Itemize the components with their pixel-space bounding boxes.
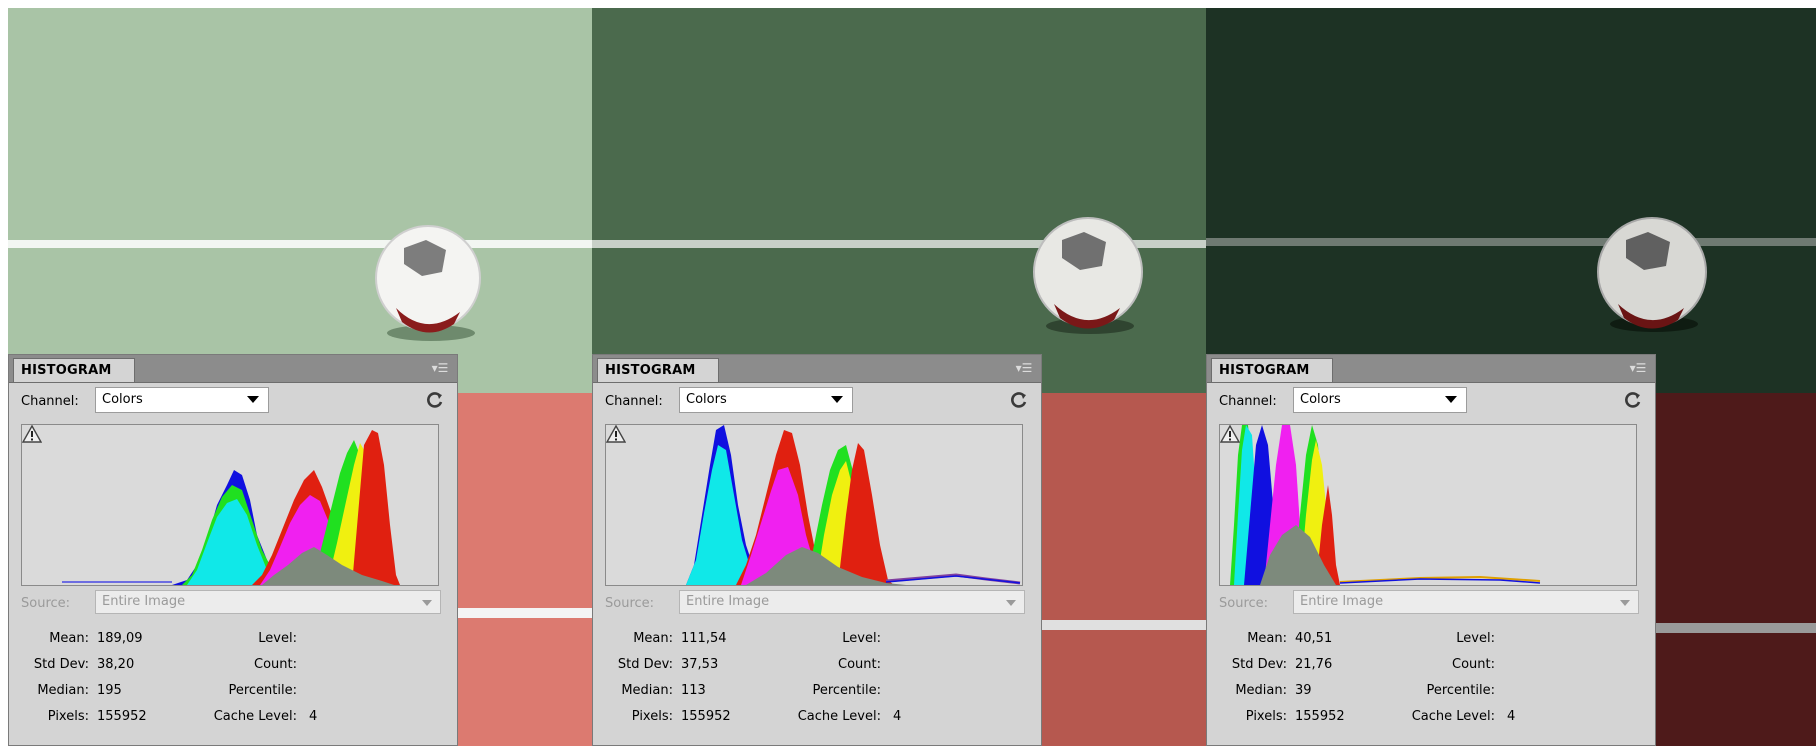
stddev-value: 37,53 (681, 657, 719, 672)
chevron-down-icon (422, 600, 432, 606)
field-line (1206, 238, 1816, 246)
cache-level-value: 4 (893, 709, 902, 724)
stddev-label: Std Dev: (617, 657, 673, 672)
source-dropdown[interactable]: Entire Image (679, 590, 1025, 614)
cache-level-value: 4 (309, 709, 318, 724)
channel-value: Colors (686, 392, 727, 407)
median-label: Median: (621, 683, 673, 698)
mean-value: 189,09 (97, 631, 143, 646)
panel-tab-bar: HISTOGRAM ▾☰ (9, 355, 457, 383)
level-label: Level: (258, 631, 297, 646)
channel-value: Colors (102, 392, 143, 407)
histogram-graph (1219, 424, 1637, 586)
panel-tab-bar: HISTOGRAM ▾☰ (593, 355, 1041, 383)
mean-label: Mean: (1247, 631, 1287, 646)
median-value: 39 (1295, 683, 1312, 698)
chevron-down-icon (247, 396, 259, 403)
cache-level-label: Cache Level: (797, 709, 881, 724)
tab-histogram[interactable]: HISTOGRAM (13, 358, 135, 382)
grass-area (8, 8, 592, 393)
mean-value: 111,54 (681, 631, 727, 646)
refresh-icon[interactable] (1009, 390, 1029, 410)
source-value: Entire Image (102, 594, 186, 609)
stddev-value: 38,20 (97, 657, 135, 672)
histogram-svg (22, 430, 400, 585)
tab-histogram[interactable]: HISTOGRAM (597, 358, 719, 382)
stddev-value: 21,76 (1295, 657, 1333, 672)
mean-label: Mean: (633, 631, 673, 646)
histogram-svg (606, 425, 1021, 585)
histogram-graph (21, 424, 439, 586)
stddev-label: Std Dev: (1231, 657, 1287, 672)
cache-level-value: 4 (1507, 709, 1516, 724)
chevron-down-icon (1006, 600, 1016, 606)
median-label: Median: (1235, 683, 1287, 698)
cache-level-label: Cache Level: (213, 709, 297, 724)
panel-menu-icon[interactable]: ▾☰ (1627, 361, 1649, 375)
source-label: Source: (1219, 596, 1269, 611)
histogram-panel-2: HISTOGRAM ▾☰ Channel: Colors Source: Ent… (592, 354, 1042, 746)
chevron-down-icon (1445, 396, 1457, 403)
pixels-label: Pixels: (631, 709, 673, 724)
cache-level-label: Cache Level: (1411, 709, 1495, 724)
level-label: Level: (842, 631, 881, 646)
median-value: 113 (681, 683, 706, 698)
refresh-icon[interactable] (1623, 390, 1643, 410)
mean-value: 40,51 (1295, 631, 1333, 646)
channel-label: Channel: (1219, 394, 1277, 409)
source-value: Entire Image (1300, 594, 1384, 609)
panel-menu-icon[interactable]: ▾☰ (1013, 361, 1035, 375)
refresh-icon[interactable] (425, 390, 445, 410)
median-value: 195 (97, 683, 122, 698)
channel-dropdown[interactable]: Colors (1293, 387, 1467, 413)
percentile-label: Percentile: (812, 683, 881, 698)
pixels-value: 155952 (681, 709, 731, 724)
channel-dropdown[interactable]: Colors (679, 387, 853, 413)
source-dropdown[interactable]: Entire Image (95, 590, 441, 614)
count-label: Count: (1452, 657, 1495, 672)
histogram-panel-1: HISTOGRAM ▾☰ Channel: Colors Source: Ent… (8, 354, 458, 746)
warning-icon (1220, 425, 1240, 443)
panel-tab-bar: HISTOGRAM ▾☰ (1207, 355, 1655, 383)
channel-dropdown[interactable]: Colors (95, 387, 269, 413)
source-label: Source: (605, 596, 655, 611)
pixels-value: 155952 (97, 709, 147, 724)
histogram-svg (1230, 425, 1541, 585)
grass-area (592, 8, 1206, 393)
percentile-label: Percentile: (228, 683, 297, 698)
level-label: Level: (1456, 631, 1495, 646)
source-value: Entire Image (686, 594, 770, 609)
chevron-down-icon (1620, 600, 1630, 606)
mean-label: Mean: (49, 631, 89, 646)
channel-label: Channel: (605, 394, 663, 409)
source-label: Source: (21, 596, 71, 611)
pixels-value: 155952 (1295, 709, 1345, 724)
histogram-graph (605, 424, 1023, 586)
grass-area (1206, 8, 1816, 393)
count-label: Count: (838, 657, 881, 672)
stddev-label: Std Dev: (33, 657, 89, 672)
tab-histogram[interactable]: HISTOGRAM (1211, 358, 1333, 382)
pixels-label: Pixels: (1245, 709, 1287, 724)
field-line (8, 240, 592, 248)
count-label: Count: (254, 657, 297, 672)
pixels-label: Pixels: (47, 709, 89, 724)
median-label: Median: (37, 683, 89, 698)
chevron-down-icon (831, 396, 843, 403)
channel-label: Channel: (21, 394, 79, 409)
panel-menu-icon[interactable]: ▾☰ (429, 361, 451, 375)
warning-icon (606, 425, 626, 443)
source-dropdown[interactable]: Entire Image (1293, 590, 1639, 614)
warning-icon (22, 425, 42, 443)
histogram-panel-3: HISTOGRAM ▾☰ Channel: Colors Source: Ent… (1206, 354, 1656, 746)
channel-value: Colors (1300, 392, 1341, 407)
percentile-label: Percentile: (1426, 683, 1495, 698)
